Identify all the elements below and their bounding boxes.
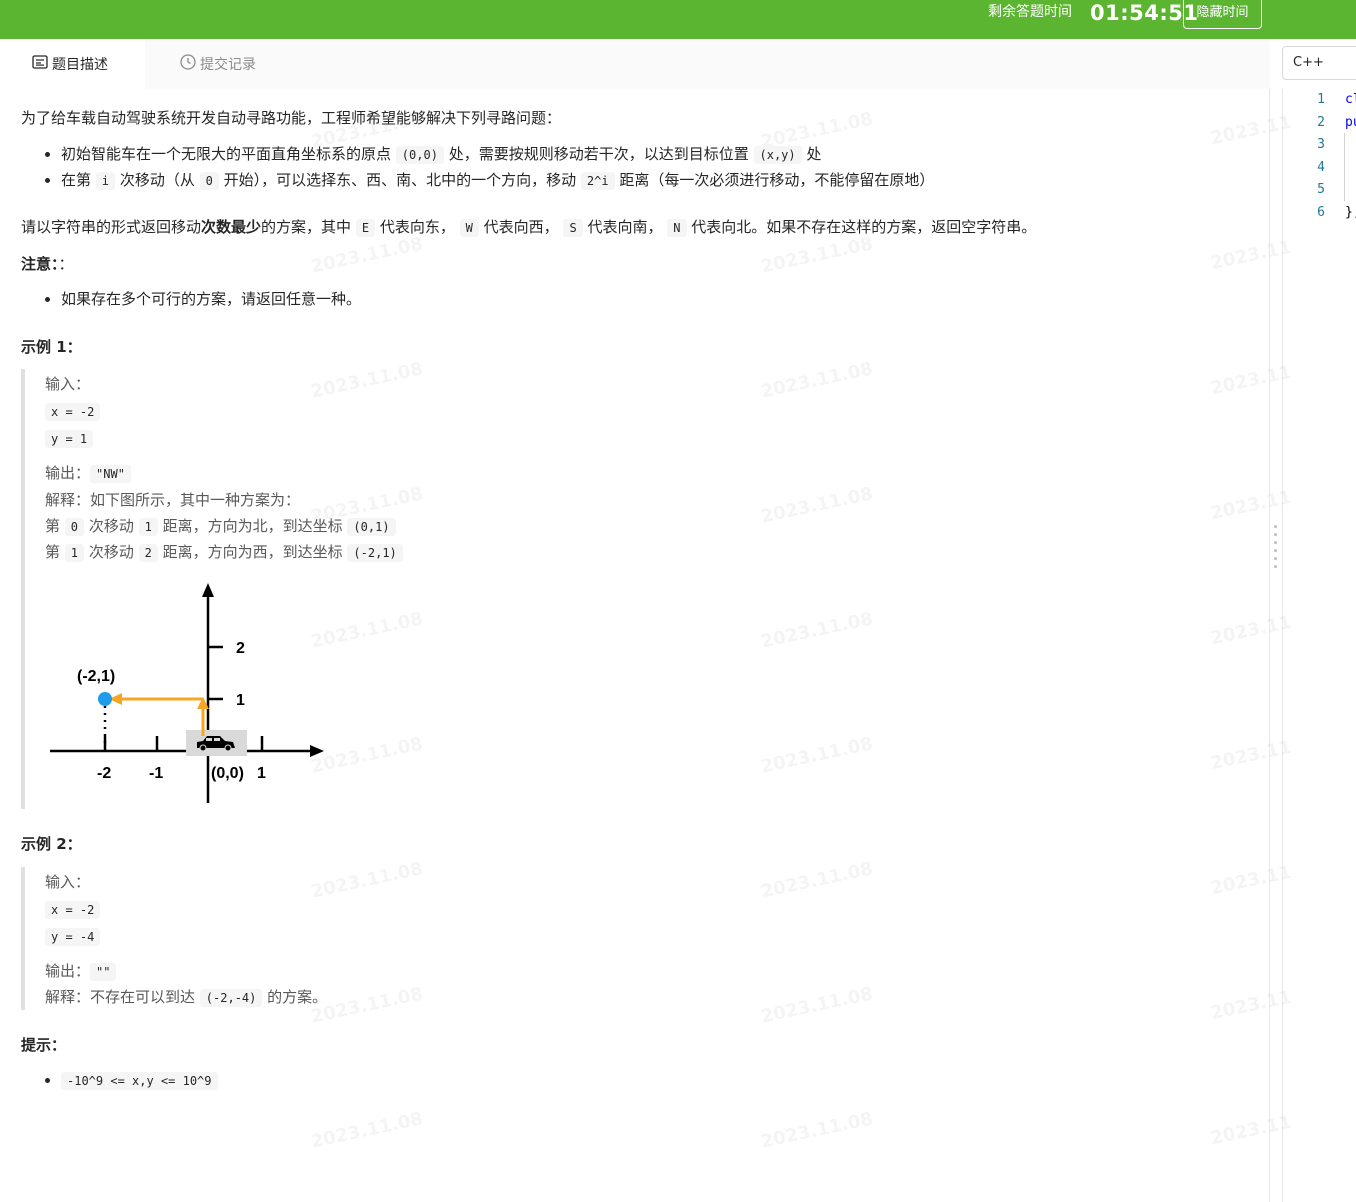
- hint-item: -10^9 <= x,y <= 10^9: [61, 1069, 218, 1092]
- note-heading: 注意：：: [21, 255, 74, 273]
- tab-submissions[interactable]: 提交记录: [180, 39, 256, 89]
- bullet-item: 在第 i 次移动（从 0 开始），可以选择东、西、南、北中的一个方向，移动 2^…: [61, 171, 935, 190]
- bullet-dot: [45, 178, 50, 183]
- example1-input-label: 输入：: [45, 375, 91, 393]
- example2-input-label: 输入：: [45, 873, 91, 891]
- panel-divider: [1269, 89, 1270, 1202]
- x-tick-label: -2: [97, 765, 111, 782]
- target-point: [98, 692, 112, 706]
- code-editor[interactable]: 1 2 3 4 5 6 cl pu };: [1282, 89, 1356, 1202]
- example2-input-x: x = -2: [45, 898, 101, 921]
- tab-submissions-label: 提交记录: [200, 57, 256, 73]
- example2-explain: 解释：不存在可以到达 (-2,-4) 的方案。: [45, 988, 328, 1007]
- line-number: 4: [1317, 160, 1325, 175]
- timer-label: 剩余答题时间: [988, 4, 1072, 20]
- indent-guide: [1344, 133, 1345, 201]
- code-line: cl: [1345, 92, 1356, 107]
- example2-output: 输出： "": [45, 960, 117, 983]
- language-select[interactable]: C++: [1282, 46, 1356, 80]
- problem-intro: 为了给车载自动驾驶系统开发自动寻路功能，工程师希望能够解决下列寻路问题：: [21, 109, 562, 127]
- y-tick-label: 1: [236, 692, 245, 709]
- bullet-dot: [45, 1078, 50, 1083]
- example1-step1: 第 0 次移动 1 距离，方向为北，到达坐标 (0,1): [45, 515, 396, 538]
- bullet-dot: [45, 152, 50, 157]
- example1-output: 输出： "NW": [45, 462, 131, 485]
- resize-handle[interactable]: [1274, 525, 1278, 581]
- tab-description[interactable]: 题目描述: [0, 39, 145, 89]
- example2-quote-bar: [21, 867, 25, 1010]
- example1-input-x: x = -2: [45, 400, 101, 423]
- x-tick-label: 1: [257, 765, 266, 782]
- task-description: 请以字符串的形式返回移动次数最少的方案，其中 E 代表向东， W 代表向西， S…: [21, 218, 1037, 237]
- note-item: 如果存在多个可行的方案，请返回任意一种。: [61, 290, 362, 308]
- y-axis-arrowhead: [202, 583, 214, 597]
- line-number: 3: [1317, 137, 1325, 152]
- x-tick-label: -1: [149, 765, 163, 782]
- tab-description-label: 题目描述: [52, 57, 108, 73]
- x-axis-arrowhead: [310, 745, 324, 757]
- example1-step2: 第 1 次移动 2 距离，方向为西，到达坐标 (-2,1): [45, 541, 403, 564]
- origin-label: (0,0): [211, 765, 244, 782]
- point-label: (-2,1): [77, 668, 115, 685]
- description-icon: [32, 55, 48, 73]
- tab-bar: 题目描述 提交记录: [0, 39, 1270, 89]
- top-bar: 剩余答题时间 01:54:51 隐藏时间: [0, 0, 1356, 39]
- hide-time-button[interactable]: 隐藏时间: [1183, 0, 1262, 29]
- example2-heading: 示例 2：: [21, 835, 82, 853]
- hint-heading: 提示：: [21, 1036, 67, 1054]
- coordinate-diagram: (-2,1) -2 -1 (0,0) 1 1 2: [50, 583, 324, 803]
- bullet-item: 初始智能车在一个无限大的平面直角坐标系的原点 (0,0) 处，需要按规则移动若干…: [61, 145, 822, 164]
- example2-input-y: y = -4: [45, 925, 101, 948]
- example1-quote-bar: [21, 369, 25, 809]
- y-tick-label: 2: [236, 640, 245, 657]
- bullet-dot: [45, 297, 50, 302]
- code-line: };: [1345, 205, 1356, 220]
- example1-explain: 解释：如下图所示，其中一种方案为：: [45, 491, 301, 509]
- line-number: 5: [1317, 182, 1325, 197]
- line-number: 2: [1317, 115, 1325, 130]
- clock-icon: [180, 54, 196, 74]
- line-number: 1: [1317, 92, 1325, 107]
- line-number: 6: [1317, 205, 1325, 220]
- example1-heading: 示例 1：: [21, 338, 82, 356]
- code-line: pu: [1345, 115, 1356, 130]
- example1-input-y: y = 1: [45, 427, 94, 450]
